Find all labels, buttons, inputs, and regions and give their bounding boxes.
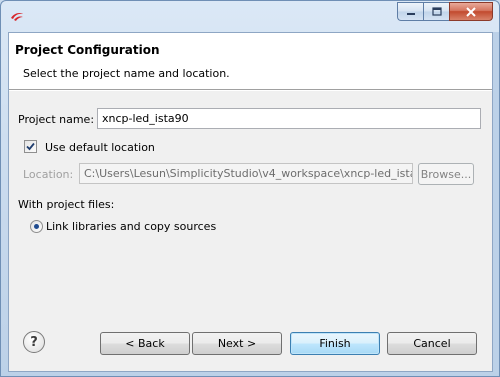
help-icon[interactable]: ?	[23, 331, 45, 353]
simplicity-studio-logo-icon	[11, 13, 23, 21]
radio-selected-dot	[34, 224, 39, 229]
project-name-label: Project name:	[18, 113, 95, 126]
next-button[interactable]: Next >	[192, 332, 282, 355]
checkmark-icon	[26, 142, 35, 151]
wizard-header: Project Configuration Select the project…	[9, 33, 492, 89]
browse-button[interactable]: Browse...	[418, 163, 474, 185]
page-description: Select the project name and location.	[23, 67, 230, 80]
close-button[interactable]	[449, 2, 493, 21]
minimize-icon	[406, 12, 415, 15]
link-libraries-label: Link libraries and copy sources	[46, 220, 217, 233]
project-files-label: With project files:	[18, 198, 115, 211]
minimize-button[interactable]	[397, 2, 423, 21]
dialog-window: Project Configuration Select the project…	[0, 0, 500, 377]
maximize-icon	[431, 7, 442, 16]
window-border	[493, 32, 499, 372]
link-libraries-radio[interactable]	[30, 220, 43, 233]
header-divider	[9, 89, 492, 91]
location-label: Location:	[23, 168, 74, 181]
close-icon	[466, 6, 476, 17]
location-input[interactable]: C:\Users\Lesun\SimplicityStudio\v4_works…	[79, 163, 413, 184]
use-default-location-label: Use default location	[45, 141, 155, 154]
window-controls	[397, 2, 493, 22]
maximize-button[interactable]	[423, 2, 449, 21]
title-bar[interactable]	[1, 1, 499, 33]
cancel-button[interactable]: Cancel	[387, 332, 477, 355]
use-default-location-checkbox[interactable]	[24, 140, 37, 153]
project-name-input[interactable]: xncp-led_ista90	[97, 108, 481, 129]
finish-button[interactable]: Finish	[290, 332, 380, 355]
dialog-content: Project Configuration Select the project…	[8, 32, 493, 372]
back-button[interactable]: < Back	[100, 332, 190, 355]
page-title: Project Configuration	[15, 43, 160, 57]
